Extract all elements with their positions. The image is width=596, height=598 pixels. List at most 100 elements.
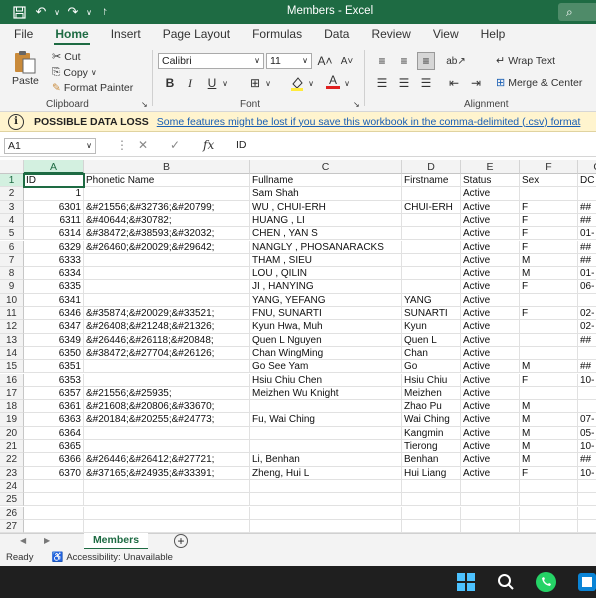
table-cell[interactable]: ##: [578, 360, 596, 374]
table-cell[interactable]: ##: [578, 214, 596, 228]
row-header[interactable]: 3: [0, 200, 24, 214]
table-cell[interactable]: 6365: [24, 440, 84, 454]
table-cell[interactable]: 6347: [24, 320, 84, 334]
table-cell[interactable]: 6366: [24, 453, 84, 467]
table-cell[interactable]: [250, 479, 402, 494]
table-cell[interactable]: [578, 187, 596, 201]
table-cell[interactable]: 6301: [24, 200, 84, 214]
row-header[interactable]: 12: [0, 320, 24, 334]
table-cell[interactable]: F: [520, 280, 578, 294]
search-icon[interactable]: [495, 571, 517, 593]
header-cell[interactable]: Firstname: [402, 174, 461, 188]
table-cell[interactable]: M: [520, 360, 578, 374]
format-painter-button[interactable]: ✎ Format Painter: [52, 82, 133, 94]
header-cell[interactable]: DC: [578, 174, 596, 188]
bold-icon[interactable]: B: [161, 74, 179, 92]
italic-icon[interactable]: I: [181, 74, 199, 92]
header-cell[interactable]: Phonetic Name: [84, 174, 250, 188]
table-cell[interactable]: Active: [461, 213, 520, 228]
table-cell[interactable]: ##: [578, 254, 596, 268]
column-header-b[interactable]: B: [84, 160, 250, 174]
table-cell[interactable]: Active: [461, 320, 520, 334]
table-cell[interactable]: Kyun Hwa, Muh: [250, 320, 402, 334]
increase-font-icon[interactable]: A˄: [316, 52, 334, 70]
row-header[interactable]: 25: [0, 493, 24, 507]
row-header[interactable]: 5: [0, 227, 24, 241]
table-cell[interactable]: 10-: [578, 467, 596, 480]
table-cell[interactable]: Active: [461, 466, 520, 480]
table-cell[interactable]: [578, 387, 596, 401]
increase-indent-icon[interactable]: ⇥: [467, 74, 485, 92]
row-header[interactable]: 22: [0, 453, 24, 467]
table-cell[interactable]: LOU , QILIN: [250, 267, 402, 281]
table-cell[interactable]: Active: [461, 333, 520, 347]
tab-insert[interactable]: Insert: [100, 24, 152, 46]
table-cell[interactable]: [461, 506, 520, 520]
table-cell[interactable]: &#20184;&#20255;&#24773;: [84, 413, 250, 427]
table-cell[interactable]: Kyun: [402, 320, 461, 334]
table-cell[interactable]: JI , HANYING: [250, 280, 402, 294]
more-options-icon[interactable]: ⋮: [116, 138, 128, 152]
table-cell[interactable]: Active: [461, 373, 520, 387]
row-header[interactable]: 19: [0, 413, 24, 427]
table-cell[interactable]: Quen L: [402, 333, 461, 347]
orientation-icon[interactable]: ab↗: [446, 52, 466, 70]
table-cell[interactable]: 1: [24, 187, 84, 201]
table-cell[interactable]: M: [520, 267, 578, 281]
table-cell[interactable]: 02-: [578, 307, 596, 321]
font-name-dropdown[interactable]: Calibri ∨: [158, 53, 264, 69]
chevron-down-icon[interactable]: ∨: [220, 74, 230, 92]
table-cell[interactable]: Active: [461, 200, 520, 214]
table-cell[interactable]: 6349: [24, 333, 84, 347]
column-header-c[interactable]: C: [250, 160, 402, 174]
table-cell[interactable]: 6335: [24, 280, 84, 294]
table-cell[interactable]: [402, 493, 461, 507]
warning-message-link[interactable]: Some features might be lost if you save …: [157, 116, 581, 128]
table-cell[interactable]: [461, 519, 520, 533]
table-cell[interactable]: Quen L Nguyen: [250, 333, 402, 347]
table-cell[interactable]: [520, 187, 578, 201]
tab-file[interactable]: File: [0, 24, 44, 46]
table-cell[interactable]: Kangmin: [402, 426, 461, 440]
row-header[interactable]: 27: [0, 519, 24, 533]
table-cell[interactable]: 06-: [578, 280, 596, 294]
decrease-indent-icon[interactable]: ⇤: [445, 74, 463, 92]
table-cell[interactable]: Active: [461, 227, 520, 241]
table-cell[interactable]: 01-: [578, 227, 596, 241]
row-header[interactable]: 4: [0, 213, 24, 228]
column-header-e[interactable]: E: [461, 160, 520, 174]
column-header-d[interactable]: D: [402, 160, 461, 174]
table-cell[interactable]: 6346: [24, 307, 84, 321]
table-cell[interactable]: 6311: [24, 213, 84, 228]
row-header[interactable]: 26: [0, 506, 24, 520]
table-cell[interactable]: 01-: [578, 267, 596, 281]
row-header[interactable]: 9: [0, 280, 24, 294]
paste-button[interactable]: Paste: [12, 50, 39, 87]
column-header-g[interactable]: G: [578, 160, 596, 174]
table-cell[interactable]: Active: [461, 360, 520, 374]
table-cell[interactable]: CHEN , YAN S: [250, 227, 402, 241]
tab-view[interactable]: View: [422, 24, 470, 46]
table-cell[interactable]: ##: [578, 453, 596, 467]
table-cell[interactable]: [578, 347, 596, 361]
table-cell[interactable]: &#38472;&#27704;&#26126;: [84, 346, 250, 361]
align-bottom-icon[interactable]: ≡: [417, 52, 435, 70]
table-cell[interactable]: Li, Benhan: [250, 453, 402, 467]
table-cell[interactable]: 02-: [578, 320, 596, 334]
row-header[interactable]: 17: [0, 386, 24, 401]
row-header[interactable]: 10: [0, 293, 24, 307]
table-cell[interactable]: Zhao Pu: [402, 400, 461, 414]
table-cell[interactable]: M: [520, 400, 578, 414]
table-cell[interactable]: Tierong: [402, 440, 461, 454]
table-cell[interactable]: 6329: [24, 240, 84, 254]
worksheet-grid[interactable]: ABCDEFG1IDPhonetic NameFullnameFirstname…: [0, 160, 596, 533]
table-cell[interactable]: [250, 519, 402, 533]
table-cell[interactable]: Active: [461, 386, 520, 401]
align-middle-icon[interactable]: ≡: [395, 52, 413, 70]
wrap-text-button[interactable]: ↵ Wrap Text: [496, 54, 555, 68]
tab-review[interactable]: Review: [360, 24, 421, 46]
table-cell[interactable]: YANG: [402, 293, 461, 307]
table-cell[interactable]: Zheng, Hui L: [250, 466, 402, 480]
table-cell[interactable]: 6357: [24, 386, 84, 401]
table-cell[interactable]: [520, 493, 578, 507]
